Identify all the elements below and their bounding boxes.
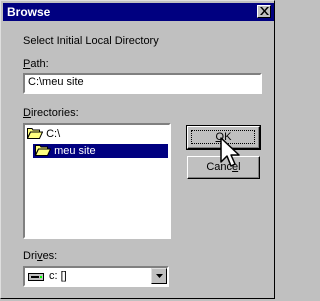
directories-label: Directories: (23, 107, 79, 119)
title-bar[interactable]: Browse (3, 3, 274, 21)
intro-text: Select Initial Local Directory (23, 35, 159, 47)
path-input[interactable]: C:\meu site (23, 73, 262, 94)
mouse-pointer-icon (220, 137, 240, 167)
chevron-down-icon (156, 274, 163, 278)
directories-list[interactable]: C:\ meu site (23, 123, 171, 239)
path-label: Path: (23, 58, 49, 70)
drives-value: c: [] (49, 270, 67, 282)
drives-label: Drives: (23, 250, 58, 262)
open-folder-icon (26, 128, 44, 139)
browse-dialog: Browse Select Initial Local Directory Pa… (0, 0, 275, 299)
open-folder-icon (34, 145, 52, 156)
drives-select[interactable]: c: [] (23, 266, 169, 287)
directory-label: meu site (54, 145, 96, 157)
close-icon (260, 7, 269, 15)
path-value: C:\meu site (28, 76, 84, 88)
drive-icon (28, 273, 44, 281)
dialog-title: Browse (7, 5, 51, 19)
directory-label: C:\ (46, 128, 61, 140)
close-button[interactable] (257, 5, 271, 18)
directory-item-root[interactable]: C:\ (26, 127, 61, 141)
directory-item-meu-site[interactable]: meu site (33, 144, 168, 158)
drives-dropdown-button[interactable] (151, 268, 167, 284)
